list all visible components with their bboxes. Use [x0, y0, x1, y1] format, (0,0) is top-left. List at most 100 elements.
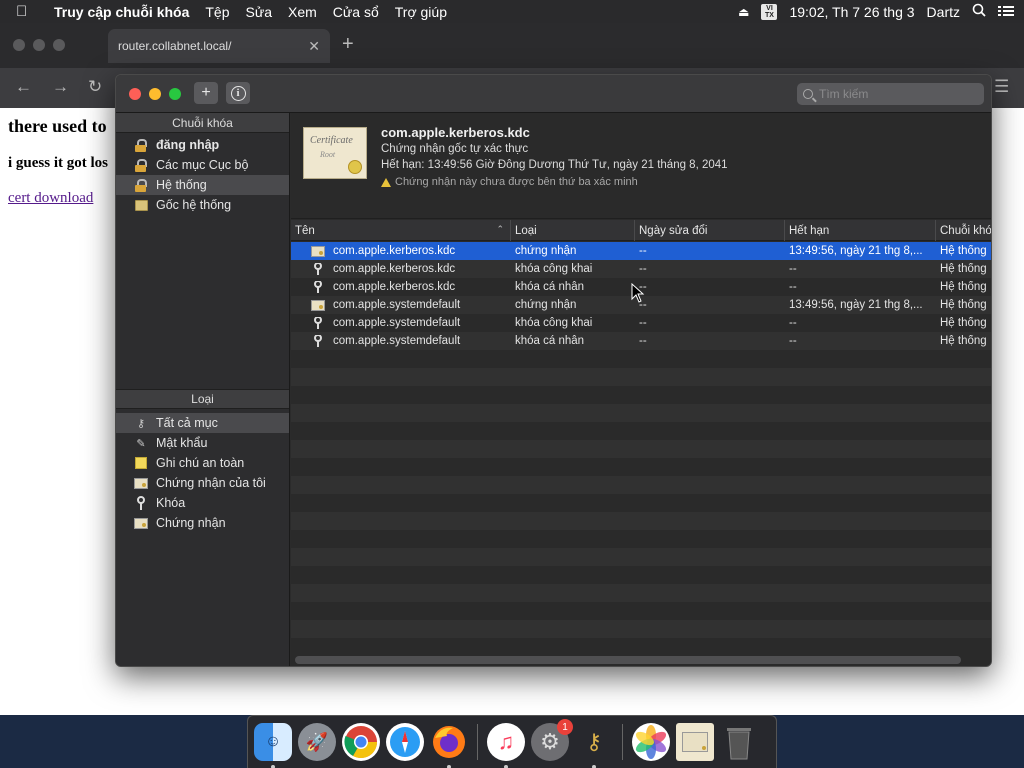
folder-icon	[134, 198, 148, 212]
row-keychain: Hệ thống	[940, 317, 987, 329]
browser-minimize-button[interactable]	[33, 39, 45, 51]
menu-file[interactable]: Tệp	[205, 4, 229, 20]
info-icon: i	[230, 85, 246, 101]
table-row[interactable]: com.apple.systemdefault khóa cá nhân -- …	[291, 332, 991, 350]
menu-window[interactable]: Cửa sổ	[333, 4, 379, 20]
category-all-items[interactable]: ⚷ Tất cả mục	[116, 413, 289, 433]
category-label: Tất cả mục	[156, 416, 218, 430]
close-tab-icon[interactable]: ✕	[308, 38, 320, 55]
user-name[interactable]: Dartz	[927, 4, 960, 20]
table-row[interactable]: com.apple.kerberos.kdc chứng nhận -- 13:…	[291, 242, 991, 260]
clock[interactable]: 19:02, Th 7 26 thg 3	[789, 4, 914, 20]
safari-icon[interactable]	[386, 723, 424, 761]
category-label: Chứng nhận của tôi	[156, 476, 266, 490]
menu-edit[interactable]: Sửa	[246, 4, 273, 20]
key-icon	[311, 317, 325, 329]
column-header-label: Hết hạn	[789, 224, 830, 237]
photos-icon[interactable]	[632, 723, 670, 761]
browser-menu-icon[interactable]: ☰	[994, 77, 1009, 97]
certificate-assistant-icon[interactable]	[676, 723, 714, 761]
category-my-certificates[interactable]: Chứng nhận của tôi	[116, 473, 289, 493]
search-field[interactable]	[797, 83, 984, 105]
lock-icon	[134, 138, 148, 152]
pen-icon: ✎	[136, 437, 146, 450]
sidebar-item-login[interactable]: đăng nhập	[116, 135, 289, 155]
sidebar-item-label: Gốc hệ thống	[156, 198, 232, 212]
eject-icon[interactable]: ⏏	[738, 5, 749, 19]
control-center-icon[interactable]	[998, 4, 1014, 20]
column-header-expires[interactable]: Hết hạn	[785, 220, 936, 241]
system-preferences-icon[interactable]: ⚙ 1	[531, 719, 573, 761]
key-icon	[311, 335, 325, 347]
reload-icon[interactable]: ↻	[88, 77, 102, 97]
row-expires: --	[789, 263, 797, 275]
row-keychain: Hệ thống	[940, 281, 987, 293]
music-icon[interactable]: ♫	[487, 723, 525, 768]
row-expires: --	[789, 335, 797, 347]
sidebar-item-system-roots[interactable]: Gốc hệ thống	[116, 195, 289, 215]
cert-download-link[interactable]: cert download	[8, 190, 93, 207]
column-header-label: Ngày sửa đổi	[639, 224, 708, 237]
row-kind: khóa công khai	[515, 317, 593, 329]
menu-view[interactable]: Xem	[288, 4, 317, 20]
browser-close-button[interactable]	[13, 39, 25, 51]
browser-zoom-button[interactable]	[53, 39, 65, 51]
mouse-cursor-icon	[631, 283, 645, 303]
menu-help[interactable]: Trợ giúp	[395, 4, 447, 20]
sidebar-item-system[interactable]: Hệ thống	[116, 175, 289, 195]
launchpad-icon[interactable]: 🚀	[298, 723, 336, 761]
firefox-icon[interactable]	[430, 723, 468, 768]
browser-tabstrip: router.collabnet.local/ ✕ +	[0, 23, 1024, 68]
column-header-label: Loại	[515, 224, 537, 237]
input-source-top: VI	[766, 4, 773, 12]
apple-menu-icon[interactable]: 	[16, 3, 36, 20]
column-header-name[interactable]: Tên ⌃	[291, 220, 511, 241]
item-title: com.apple.kerberos.kdc	[381, 125, 530, 140]
new-tab-icon[interactable]: +	[342, 33, 354, 56]
sidebar-item-label: Hệ thống	[156, 178, 207, 192]
forward-icon[interactable]: →	[52, 77, 69, 97]
row-modified: --	[639, 281, 647, 293]
browser-tab[interactable]: router.collabnet.local/ ✕	[108, 29, 330, 63]
row-keychain: Hệ thống	[940, 299, 987, 311]
table-row[interactable]: com.apple.systemdefault khóa công khai -…	[291, 314, 991, 332]
chrome-icon[interactable]	[342, 723, 380, 761]
back-icon[interactable]: ←	[15, 77, 32, 97]
close-button[interactable]	[129, 88, 141, 100]
search-input[interactable]	[819, 87, 969, 101]
key-icon	[311, 281, 325, 293]
zoom-button[interactable]	[169, 88, 181, 100]
row-expires: --	[789, 317, 797, 329]
column-header-kind[interactable]: Loại	[511, 220, 635, 241]
item-warning: Chứng nhận này chưa được bên thứ ba xác …	[381, 176, 638, 188]
category-label: Khóa	[156, 496, 186, 510]
horizontal-scrollbar[interactable]	[295, 656, 961, 664]
row-expires: 13:49:56, ngày 21 thg 8,...	[789, 245, 923, 257]
table-row[interactable]: com.apple.kerberos.kdc khóa công khai --…	[291, 260, 991, 278]
minimize-button[interactable]	[149, 88, 161, 100]
row-modified: --	[639, 317, 647, 329]
spotlight-search-icon[interactable]	[972, 3, 986, 20]
column-header-keychain[interactable]: Chuỗi khóa	[936, 220, 991, 241]
column-header-date-modified[interactable]: Ngày sửa đổi	[635, 220, 785, 241]
trash-icon[interactable]	[720, 723, 758, 761]
certificate-seal-icon	[348, 160, 362, 174]
category-keys[interactable]: Khóa	[116, 493, 289, 513]
finder-icon[interactable]: ☺	[254, 723, 292, 768]
category-secure-notes[interactable]: Ghi chú an toàn	[116, 453, 289, 473]
category-certificates[interactable]: Chứng nhận	[116, 513, 289, 533]
sidebar-item-local-items[interactable]: Các mục Cục bộ	[116, 155, 289, 175]
keychain-access-icon[interactable]: ⚷	[575, 723, 613, 768]
info-button[interactable]: i	[226, 82, 250, 104]
sort-ascending-icon: ⌃	[496, 224, 504, 234]
certificate-large-icon: Certificate Root	[303, 127, 367, 179]
category-passwords[interactable]: ✎ Mật khẩu	[116, 433, 289, 453]
input-source-icon[interactable]: VI TX	[761, 3, 778, 20]
sidebar-item-label: Các mục Cục bộ	[156, 158, 249, 172]
menu-app-name[interactable]: Truy cập chuỗi khóa	[54, 4, 189, 20]
add-item-button[interactable]: +	[194, 82, 218, 104]
row-modified: --	[639, 245, 647, 257]
row-name: com.apple.systemdefault	[333, 317, 461, 329]
dock-separator	[477, 724, 478, 760]
row-name: com.apple.systemdefault	[333, 299, 461, 311]
